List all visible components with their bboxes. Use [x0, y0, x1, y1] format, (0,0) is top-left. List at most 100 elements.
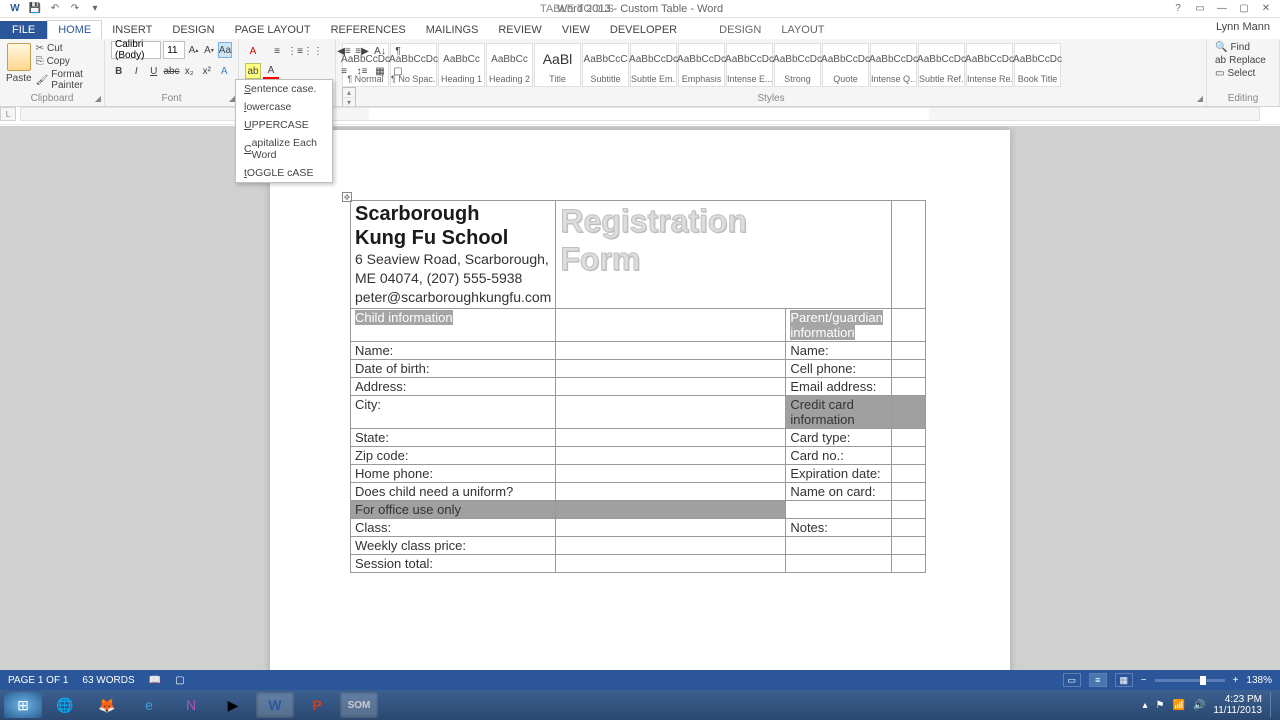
increase-indent-button[interactable]: ≡▶ [354, 43, 370, 59]
select-button[interactable]: ▭Select [1213, 67, 1273, 80]
align-left-button[interactable]: ≡ [336, 63, 352, 79]
italic-button[interactable]: I [129, 63, 145, 79]
bullets-button[interactable]: ≡ [269, 43, 285, 59]
zoom-slider[interactable] [1155, 679, 1225, 682]
web-layout-button[interactable]: ▦ [1115, 673, 1133, 687]
strikethrough-button[interactable]: abc [164, 63, 180, 79]
qat-customize-icon[interactable]: ▾ [88, 2, 102, 16]
style-intense-e-[interactable]: AaBbCcDcIntense E... [726, 43, 773, 87]
font-color-button[interactable]: A [263, 63, 279, 79]
print-layout-button[interactable]: ≡ [1089, 673, 1107, 687]
close-icon[interactable]: ✕ [1256, 2, 1276, 16]
sort-button[interactable]: A↓ [372, 43, 388, 59]
chrome-icon[interactable]: 🌐 [46, 692, 84, 718]
clock-time[interactable]: 4:23 PM [1213, 694, 1262, 705]
user-name[interactable]: Lynn Mann [1216, 21, 1270, 33]
tab-table-design[interactable]: DESIGN [709, 21, 771, 39]
style-book-title[interactable]: AaBbCcDcBook Title [1014, 43, 1061, 87]
tab-insert[interactable]: INSERT [102, 21, 162, 39]
style-subtle-em-[interactable]: AaBbCcDcSubtle Em... [630, 43, 677, 87]
zoom-in-button[interactable]: + [1233, 675, 1239, 686]
highlight-button[interactable]: ab [245, 63, 261, 79]
style-strong[interactable]: AaBbCcDcStrong [774, 43, 821, 87]
case-sentence[interactable]: Sentence case. [236, 80, 332, 98]
read-mode-button[interactable]: ▭ [1063, 673, 1081, 687]
show-marks-button[interactable]: ¶ [390, 43, 406, 59]
tab-home[interactable]: HOME [47, 20, 102, 39]
clear-formatting-button[interactable]: A [245, 43, 261, 59]
spell-check-icon[interactable]: 📖 [149, 675, 161, 686]
child-info-cell[interactable]: Child information [351, 308, 556, 341]
case-uppercase[interactable]: UPPERCASE [236, 116, 332, 134]
redo-icon[interactable]: ↷ [68, 2, 82, 16]
tab-mailings[interactable]: MAILINGS [416, 21, 489, 39]
tab-table-layout[interactable]: LAYOUT [771, 21, 834, 39]
find-button[interactable]: 🔍Find [1213, 41, 1273, 54]
zoom-out-button[interactable]: − [1141, 675, 1147, 686]
shrink-font-button[interactable]: A▾ [202, 42, 216, 58]
format-painter-button[interactable]: 🖌Format Painter [36, 69, 98, 91]
school-header-cell[interactable]: Scarborough Kung Fu School 6 Seaview Roa… [351, 201, 556, 309]
superscript-button[interactable]: x² [199, 63, 215, 79]
zoom-level[interactable]: 138% [1246, 675, 1272, 686]
tab-view[interactable]: VIEW [552, 21, 600, 39]
word-count[interactable]: 63 WORDS [82, 675, 134, 686]
tab-design[interactable]: DESIGN [162, 21, 224, 39]
media-player-icon[interactable]: ▶ [214, 692, 252, 718]
start-button[interactable]: ⊞ [4, 692, 42, 718]
document-area[interactable]: ✥ Scarborough Kung Fu School 6 Seaview R… [0, 126, 1280, 700]
style-heading-2[interactable]: AaBbCcHeading 2 [486, 43, 533, 87]
style-quote[interactable]: AaBbCcDcQuote [822, 43, 869, 87]
tray-flag-icon[interactable]: ⚑ [1156, 700, 1165, 711]
tab-selector[interactable]: L [0, 107, 16, 121]
undo-icon[interactable]: ↶ [48, 2, 62, 16]
tab-page-layout[interactable]: PAGE LAYOUT [225, 21, 321, 39]
case-toggle[interactable]: tOGGLE cASE [236, 164, 332, 182]
style-intense-q-[interactable]: AaBbCcDcIntense Q... [870, 43, 917, 87]
font-name-combo[interactable]: Calibri (Body) [111, 41, 161, 59]
blank-cell[interactable] [892, 201, 926, 309]
powerpoint-icon[interactable]: P [298, 692, 336, 718]
borders-button[interactable]: ▢ [390, 63, 406, 79]
tray-caret-icon[interactable]: ▴ [1143, 700, 1148, 711]
firefox-icon[interactable]: 🦊 [88, 692, 126, 718]
style-intense-re-[interactable]: AaBbCcDcIntense Re... [966, 43, 1013, 87]
tab-developer[interactable]: DEVELOPER [600, 21, 687, 39]
onenote-icon[interactable]: N [172, 692, 210, 718]
registration-table[interactable]: Scarborough Kung Fu School 6 Seaview Roa… [350, 200, 926, 573]
style-title[interactable]: AaBlTitle [534, 43, 581, 87]
maximize-icon[interactable]: ▢ [1234, 2, 1254, 16]
text-effects-button[interactable]: A [217, 63, 233, 79]
case-lowercase[interactable]: lowercase [236, 98, 332, 116]
ribbon-options-icon[interactable]: ▭ [1190, 2, 1210, 16]
parent-info-cell[interactable]: Parent/guardian information [786, 308, 892, 341]
copy-button[interactable]: ⎘Copy [36, 56, 98, 67]
macro-record-icon[interactable]: ▢ [175, 675, 184, 686]
style-subtitle[interactable]: AaBbCcCSubtitle [582, 43, 629, 87]
numbering-button[interactable]: ⋮≡ [287, 43, 303, 59]
replace-button[interactable]: abReplace [1213, 54, 1273, 67]
grow-font-button[interactable]: A▴ [187, 42, 201, 58]
style-emphasis[interactable]: AaBbCcDcEmphasis [678, 43, 725, 87]
clipboard-launcher[interactable]: ◢ [95, 94, 101, 103]
tray-network-icon[interactable]: 📶 [1173, 700, 1185, 711]
tab-review[interactable]: REVIEW [488, 21, 551, 39]
table-move-handle[interactable]: ✥ [342, 192, 352, 202]
show-desktop-button[interactable] [1270, 692, 1276, 718]
word-taskbar-icon[interactable]: W [256, 692, 294, 718]
style-heading-1[interactable]: AaBbCcHeading 1 [438, 43, 485, 87]
clock-date[interactable]: 11/11/2013 [1213, 705, 1262, 716]
shading-button[interactable]: ▦ [372, 63, 388, 79]
styles-launcher[interactable]: ◢ [1197, 94, 1203, 103]
save-icon[interactable]: 💾 [28, 2, 42, 16]
paste-button[interactable]: Paste [6, 41, 32, 87]
horizontal-ruler[interactable] [20, 107, 1260, 121]
subscript-button[interactable]: x₂ [182, 63, 198, 79]
decrease-indent-button[interactable]: ◀≡ [336, 43, 352, 59]
underline-button[interactable]: U [146, 63, 162, 79]
reg-form-cell[interactable]: Registration Form [556, 201, 892, 309]
tab-references[interactable]: REFERENCES [321, 21, 416, 39]
page-count[interactable]: PAGE 1 OF 1 [8, 675, 68, 686]
font-size-combo[interactable]: 11 [163, 41, 185, 59]
line-spacing-button[interactable]: ↕≡ [354, 63, 370, 79]
